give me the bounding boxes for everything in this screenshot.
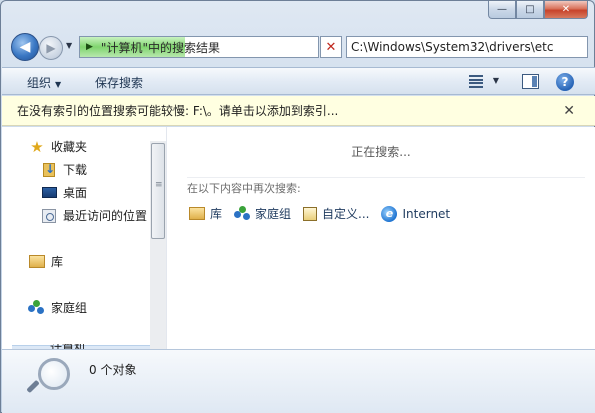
sidebar-item-homegroup[interactable]: 家庭组: [28, 299, 87, 316]
explorer-window: — □ ✕ ◀ ▶ ▼ ▶ "计算机"中的搜索结果 ✕ C:\Windows\S…: [0, 0, 595, 413]
views-dropdown-icon[interactable]: ▼: [493, 76, 499, 85]
section-divider: [187, 177, 585, 178]
scrollbar-thumb[interactable]: [151, 143, 165, 239]
maximize-button[interactable]: □: [516, 1, 544, 19]
searching-status: 正在搜索...: [351, 145, 411, 159]
recent-places-icon: [40, 208, 58, 224]
info-close-icon[interactable]: ✕: [563, 103, 575, 119]
play-arrow-icon: ▶: [86, 42, 93, 52]
internet-explorer-icon: e: [381, 205, 398, 222]
path-field[interactable]: C:\Windows\System32\drivers\etc: [346, 36, 588, 58]
search-again-custom[interactable]: 自定义...: [303, 205, 369, 222]
sidebar-item-favorites[interactable]: ★ 收藏夹: [28, 137, 88, 156]
address-bar[interactable]: ▶ "计算机"中的搜索结果: [79, 36, 319, 58]
details-pane: 0 个对象: [2, 349, 595, 413]
sidebar-item-recent-places[interactable]: 最近访问的位置: [40, 207, 147, 224]
back-button[interactable]: ◀: [11, 33, 39, 61]
library-icon: [28, 254, 46, 270]
view-list-icon[interactable]: [469, 75, 483, 88]
organize-menu-button[interactable]: 组织 ▼: [27, 74, 61, 91]
minimize-button[interactable]: —: [488, 1, 516, 19]
help-icon[interactable]: ?: [556, 73, 574, 91]
sidebar-scrollbar[interactable]: [150, 141, 166, 349]
organize-label: 组织: [27, 76, 52, 90]
navigation-bar: ◀ ▶ ▼ ▶ "计算机"中的搜索结果 ✕ C:\Windows\System3…: [9, 33, 589, 61]
sidebar-item-libraries[interactable]: 库: [28, 253, 63, 270]
item-count: 0 个对象: [89, 363, 137, 377]
search-again-label-text: 库: [210, 207, 223, 221]
recent-pages-dropdown[interactable]: ▼: [66, 41, 72, 50]
magnifier-handle: [26, 379, 40, 394]
sidebar-item-label: 下载: [63, 163, 88, 177]
close-button[interactable]: ✕: [544, 1, 588, 19]
sidebar-item-label: 桌面: [63, 186, 88, 200]
index-info-bar[interactable]: 在没有索引的位置搜索可能较慢: F:\。请单击以添加到索引... ✕: [2, 96, 595, 126]
search-again-label-text: 家庭组: [255, 207, 292, 221]
homegroup-icon: [28, 299, 46, 316]
sidebar-item-label: 最近访问的位置: [63, 209, 148, 223]
results-pane: 正在搜索... 在以下内容中再次搜索: 库 家庭组 自定义... e Inter…: [167, 127, 595, 349]
homegroup-icon: [234, 205, 251, 222]
save-search-button[interactable]: 保存搜索: [95, 74, 143, 91]
forward-button[interactable]: ▶: [39, 36, 63, 60]
sidebar-item-label: 家庭组: [51, 301, 88, 315]
chevron-down-icon: ▼: [55, 80, 62, 89]
command-bar: 组织 ▼ 保存搜索 ▼ ?: [2, 67, 595, 95]
download-folder-icon: [40, 162, 58, 178]
address-text: "计算机"中的搜索结果: [100, 40, 220, 55]
back-arrow-icon: ◀: [19, 39, 31, 55]
navigation-pane: ★ 收藏夹 下载 桌面 最近访问的位置 库 家庭组: [2, 127, 150, 351]
sidebar-item-desktop[interactable]: 桌面: [40, 184, 87, 201]
forward-arrow-icon: ▶: [46, 41, 56, 55]
search-again-label: 在以下内容中再次搜索:: [187, 182, 301, 195]
desktop-icon: [40, 185, 58, 201]
search-again-libraries[interactable]: 库: [189, 205, 222, 222]
search-again-list: 库 家庭组 自定义... e Internet: [189, 205, 450, 222]
search-again-label-text: Internet: [402, 206, 451, 221]
sidebar-item-downloads[interactable]: 下载: [40, 161, 87, 178]
search-again-internet[interactable]: e Internet: [381, 205, 451, 222]
stop-search-button[interactable]: ✕: [320, 36, 342, 58]
search-again-label-text: 自定义...: [322, 207, 370, 221]
custom-icon: [303, 206, 318, 221]
star-icon: ★: [30, 137, 44, 156]
sidebar-item-label: 收藏夹: [51, 140, 88, 154]
info-message: 在没有索引的位置搜索可能较慢: F:\。请单击以添加到索引...: [17, 104, 339, 118]
preview-pane-icon[interactable]: [522, 74, 539, 89]
content-area: ★ 收藏夹 下载 桌面 最近访问的位置 库 家庭组: [2, 127, 595, 351]
sidebar-item-label: 库: [51, 255, 64, 269]
search-magnifier-icon: [38, 358, 70, 390]
search-again-homegroup[interactable]: 家庭组: [234, 205, 291, 222]
library-icon: [189, 207, 205, 220]
caption-buttons: — □ ✕: [488, 1, 588, 19]
